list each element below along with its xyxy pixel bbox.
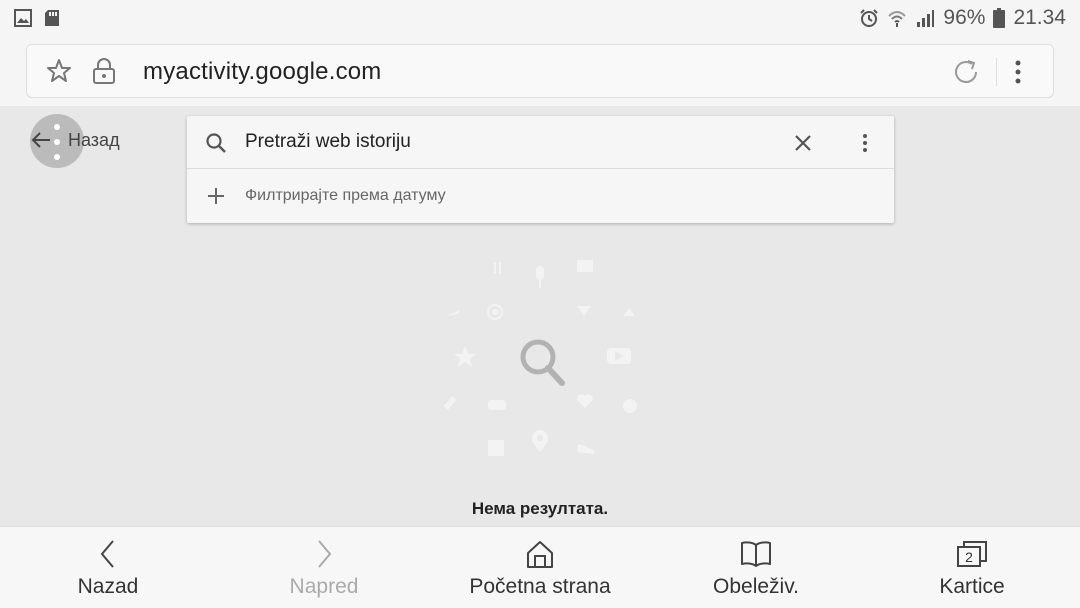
filter-by-date-row[interactable]: Филтрирајте према датуму: [187, 169, 894, 223]
browser-screen: 96% 21.34 myactivity.google.com Назад Pr…: [0, 0, 1080, 608]
battery-icon: [993, 8, 1006, 28]
search-row[interactable]: Pretraži web istoriju: [187, 116, 894, 169]
signal-icon: [917, 10, 935, 27]
search-more-icon[interactable]: [861, 132, 869, 154]
nav-back-button[interactable]: Nazad: [0, 527, 216, 608]
close-icon[interactable]: [793, 133, 813, 153]
plus-icon: [208, 188, 224, 204]
sd-card-icon: [45, 10, 59, 26]
nav-bookmarks-label: Obeleživ.: [713, 575, 799, 598]
empty-message: Нема резултата.: [471, 499, 609, 518]
browser-toolbar: myactivity.google.com: [0, 36, 1080, 106]
url-bar[interactable]: myactivity.google.com: [26, 44, 1054, 98]
chevron-right-icon: [318, 540, 332, 568]
search-input[interactable]: Pretraži web istoriju: [245, 131, 411, 153]
status-right: 96% 21.34: [859, 6, 1066, 30]
chevron-left-icon: [100, 540, 114, 568]
back-link[interactable]: Назад: [30, 120, 120, 160]
search-icon: [206, 133, 226, 153]
nav-back-label: Nazad: [77, 575, 139, 598]
nav-tabs-label: Kartice: [939, 575, 1005, 598]
tabs-icon: 2: [957, 541, 987, 567]
bottom-nav: Nazad Napred Početna strana Obeleživ. 2 …: [0, 526, 1080, 608]
star-icon[interactable]: [45, 57, 73, 85]
status-bar: 96% 21.34: [0, 0, 1080, 36]
nav-tabs-button[interactable]: 2 Kartice: [864, 527, 1080, 608]
url-divider: [996, 58, 997, 86]
home-icon: [527, 541, 553, 568]
nav-forward-label: Napred: [289, 575, 359, 598]
status-left: [14, 9, 60, 27]
nav-bookmarks-button[interactable]: Obeleživ.: [648, 527, 864, 608]
image-icon: [14, 9, 32, 27]
nav-home-label: Početna strana: [469, 575, 611, 598]
more-vert-icon[interactable]: [1013, 57, 1023, 87]
empty-state-illustration: [444, 260, 637, 456]
lock-icon[interactable]: [91, 57, 117, 85]
tab-count: 2: [965, 549, 973, 565]
url-text[interactable]: myactivity.google.com: [143, 58, 382, 86]
arrow-back-icon: [31, 132, 50, 148]
wifi-icon: [888, 11, 907, 27]
page-content: Назад Pretraži web istoriju Филтрирајте …: [0, 106, 1080, 526]
nav-home-button[interactable]: Početna strana: [432, 527, 648, 608]
alarm-icon: [860, 9, 879, 27]
bookmarks-icon: [741, 541, 771, 567]
filter-label: Филтрирајте према датуму: [245, 187, 446, 204]
clock: 21.34: [1013, 6, 1066, 29]
battery-percent: 96%: [943, 6, 986, 29]
nav-forward-button[interactable]: Napred: [216, 527, 432, 608]
reload-icon[interactable]: [951, 57, 981, 87]
back-label: Назад: [68, 129, 120, 150]
search-card: Pretraži web istoriju Филтрирајте према …: [187, 116, 894, 223]
